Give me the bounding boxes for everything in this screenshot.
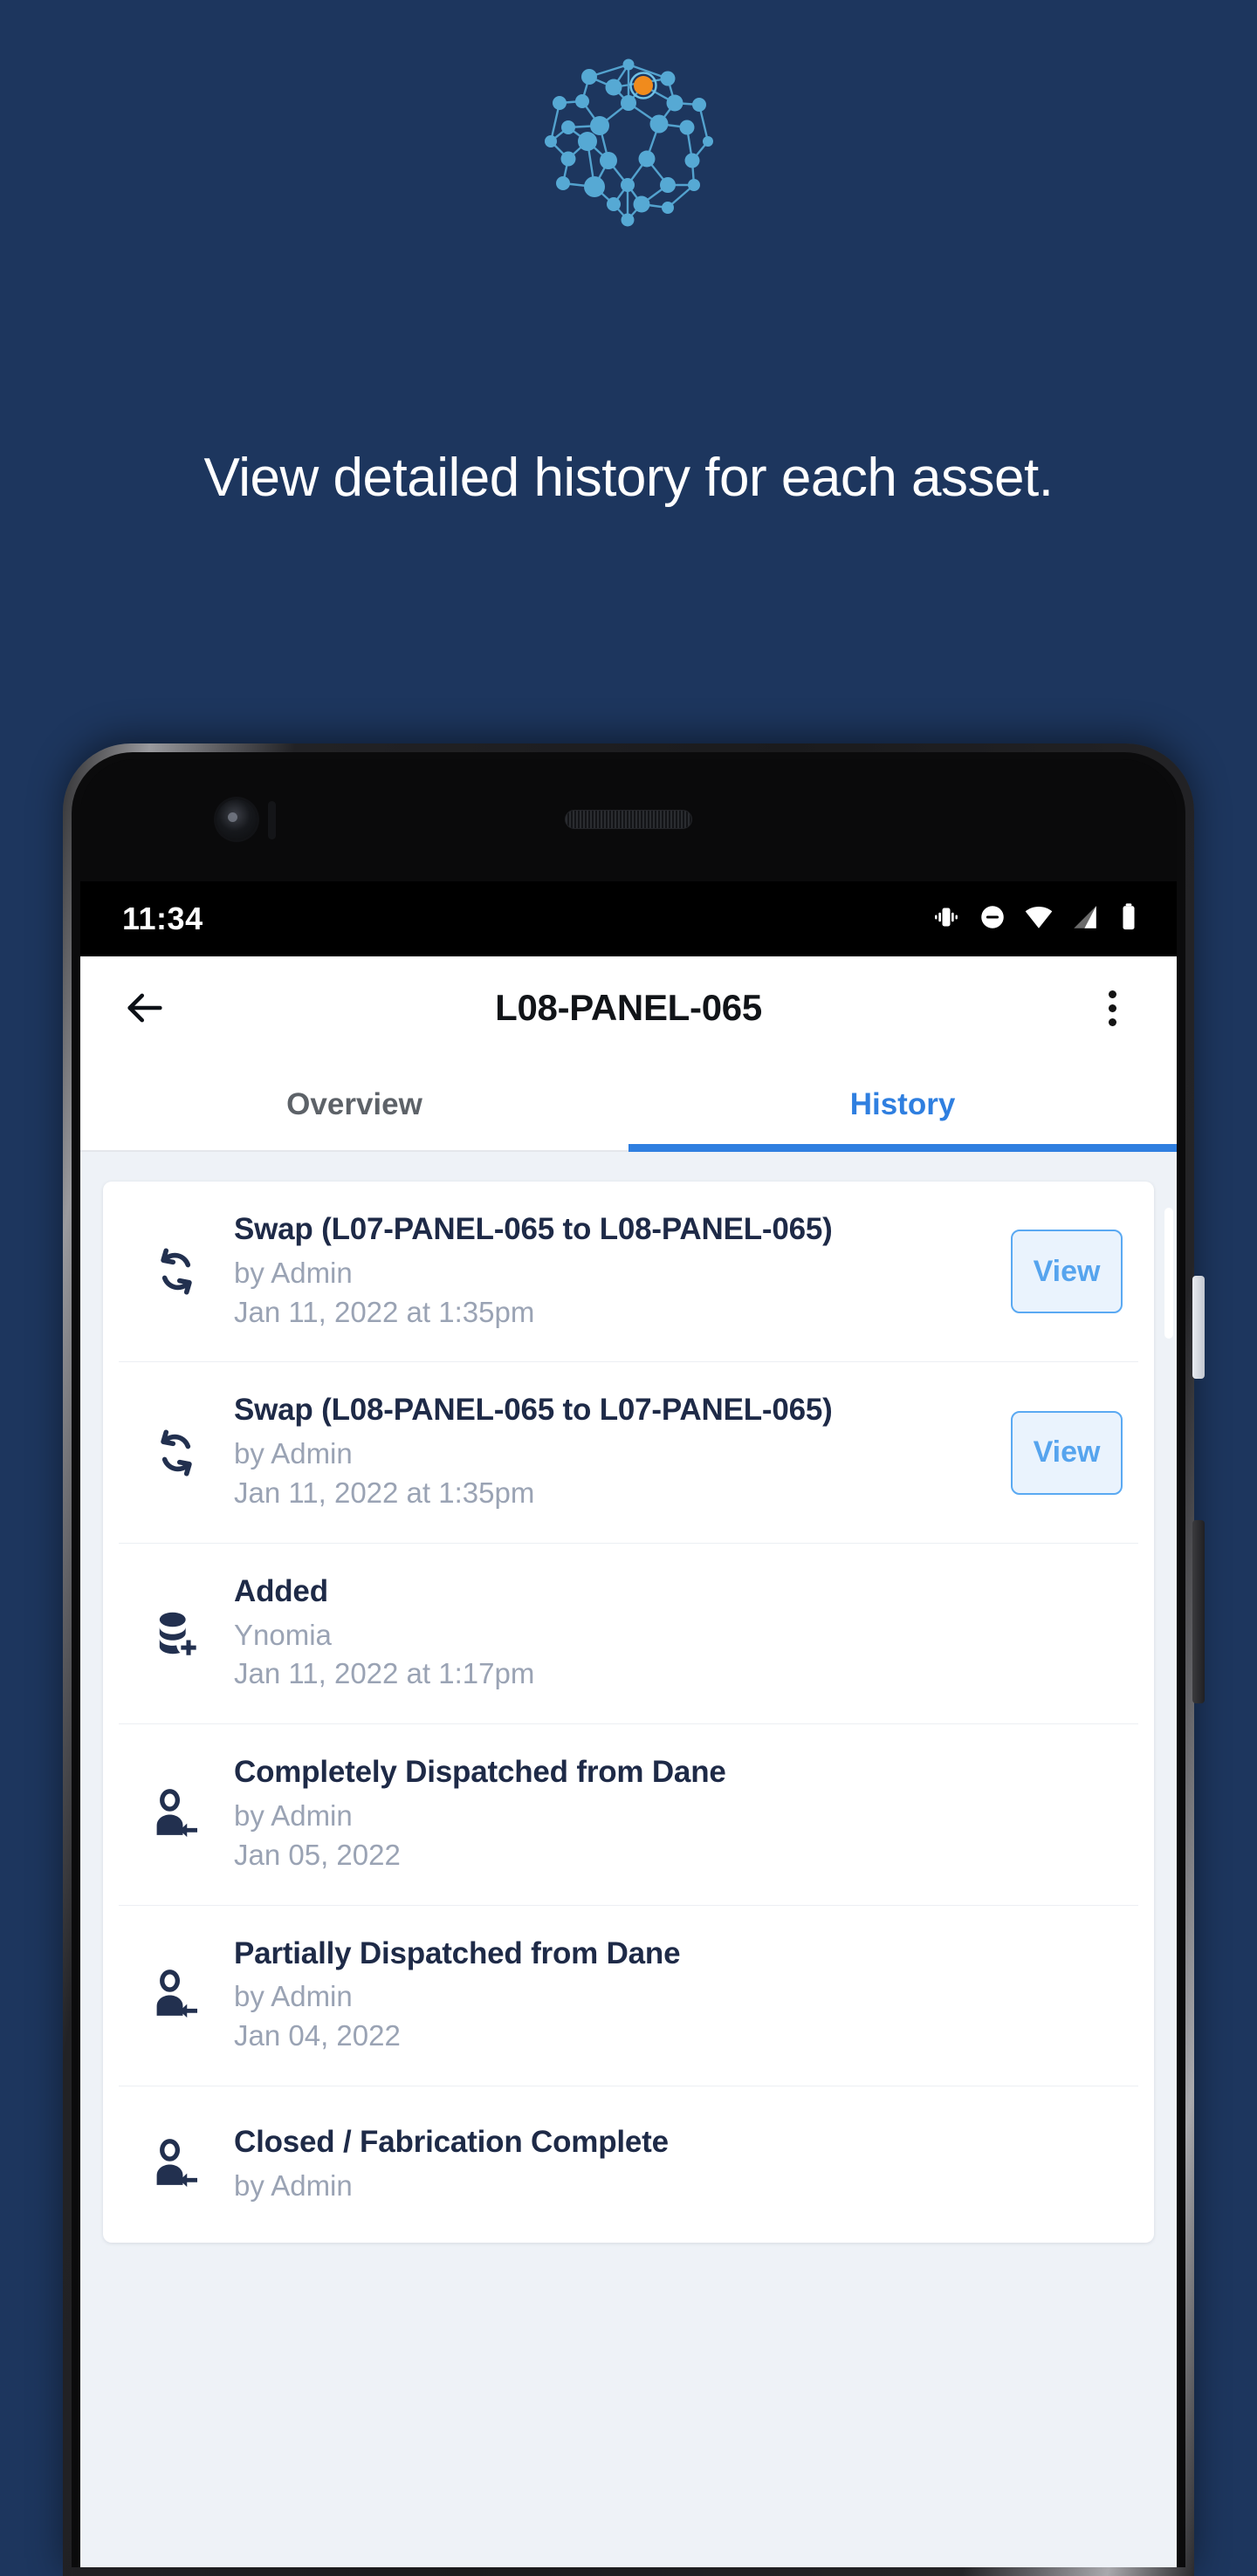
front-camera-icon [216, 799, 257, 839]
page-headline: View detailed history for each asset. [203, 448, 1054, 508]
earpiece-speaker-icon [565, 810, 692, 829]
history-title: Partially Dispatched from Dane [234, 1935, 681, 1970]
history-date: Jan 11, 2022 at 1:17pm [234, 1657, 535, 1690]
history-subtitle: by Admin [234, 1799, 353, 1832]
power-button[interactable] [1192, 1276, 1205, 1379]
history-date: Jan 04, 2022 [234, 2019, 401, 2052]
tab-history[interactable]: History [628, 1059, 1177, 1150]
dot [1108, 1004, 1116, 1012]
status-bar: 11:34 [80, 881, 1177, 956]
page-title: L08-PANEL-065 [495, 987, 762, 1028]
history-title: Swap (L07-PANEL-065 to L08-PANEL-065) [234, 1212, 833, 1246]
history-date: Jan 05, 2022 [234, 1838, 401, 1871]
history-subtitle: by Admin [234, 2168, 353, 2202]
overflow-menu-button[interactable] [1079, 975, 1145, 1041]
phone-top-bezel [80, 759, 1177, 881]
history-title: Added [234, 1573, 328, 1608]
battery-icon [1116, 902, 1142, 936]
phone-device-frame: 11:34 L08-PANEL-065 Overview History Swa… [63, 743, 1205, 2576]
table-row[interactable]: Swap (L08-PANEL-065 to L07-PANEL-065) by… [119, 1361, 1138, 1542]
app-bar: L08-PANEL-065 [80, 956, 1177, 1059]
swap-icon [119, 1243, 234, 1299]
history-subtitle: by Admin [234, 1256, 353, 1289]
swap-icon [119, 1425, 234, 1481]
tab-active-indicator [628, 1144, 1177, 1152]
tab-overview[interactable]: Overview [80, 1059, 628, 1150]
view-button[interactable]: View [1011, 1230, 1123, 1314]
wifi-icon [1023, 901, 1054, 937]
history-date: Jan 11, 2022 at 1:35pm [234, 1476, 535, 1509]
content-scrollbar[interactable] [1164, 1208, 1173, 1339]
history-subtitle: by Admin [234, 1437, 353, 1470]
back-button[interactable] [112, 975, 178, 1041]
history-subtitle: Ynomia [234, 1618, 332, 1651]
ynomia-network-logo [0, 54, 1257, 229]
view-button[interactable]: View [1011, 1410, 1123, 1495]
table-row[interactable]: Added Ynomia Jan 11, 2022 at 1:17pm [119, 1542, 1138, 1723]
dot [1108, 990, 1116, 998]
history-content-area: Swap (L07-PANEL-065 to L08-PANEL-065) by… [80, 1152, 1177, 2567]
table-row[interactable]: Closed / Fabrication Complete by Admin [119, 2086, 1138, 2243]
status-bar-clock: 11:34 [122, 901, 203, 936]
history-title: Swap (L08-PANEL-065 to L07-PANEL-065) [234, 1393, 833, 1428]
history-title: Closed / Fabrication Complete [234, 2124, 669, 2159]
cellular-signal-icon [1070, 902, 1100, 936]
history-date: Jan 11, 2022 at 1:35pm [234, 1295, 535, 1328]
dot [1108, 1017, 1116, 1026]
history-subtitle: by Admin [234, 1980, 353, 2013]
tab-bar: Overview History [80, 1059, 1177, 1152]
volume-rocker-button[interactable] [1192, 1520, 1205, 1703]
person-arrow-icon [119, 1787, 234, 1843]
history-title: Completely Dispatched from Dane [234, 1755, 726, 1790]
database-add-icon [119, 1606, 234, 1661]
vibrate-icon [931, 901, 962, 937]
person-arrow-icon [119, 2137, 234, 2193]
history-card: Swap (L07-PANEL-065 to L08-PANEL-065) by… [103, 1182, 1154, 2244]
person-arrow-icon [119, 1968, 234, 2024]
table-row[interactable]: Swap (L07-PANEL-065 to L08-PANEL-065) by… [119, 1182, 1138, 1361]
do-not-disturb-icon [978, 902, 1007, 936]
table-row[interactable]: Partially Dispatched from Dane by Admin … [119, 1904, 1138, 2086]
table-row[interactable]: Completely Dispatched from Dane by Admin… [119, 1723, 1138, 1904]
phone-screen: 11:34 L08-PANEL-065 Overview History Swa… [80, 881, 1177, 2567]
proximity-sensor-icon [268, 801, 276, 839]
